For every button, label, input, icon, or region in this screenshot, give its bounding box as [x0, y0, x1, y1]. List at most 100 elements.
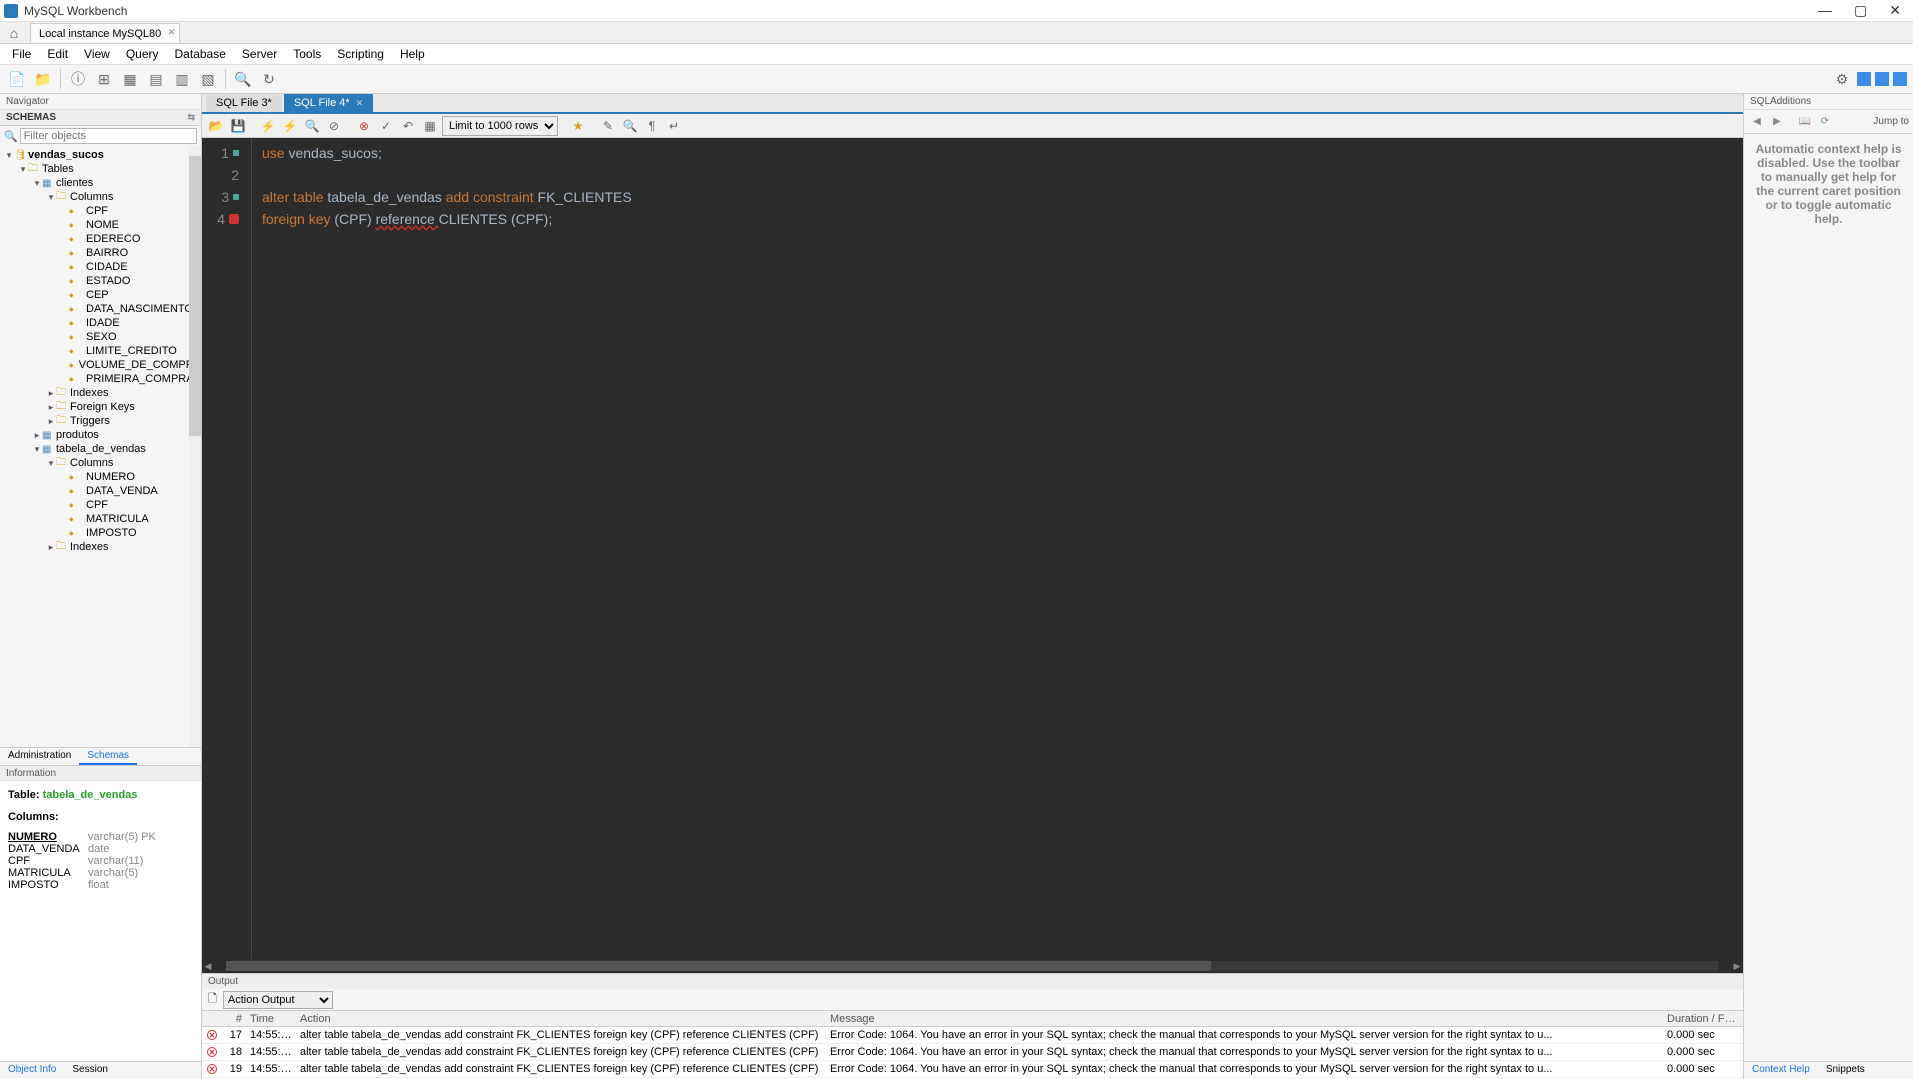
tree-col[interactable]: IMPOSTO	[86, 527, 137, 539]
wrap-button[interactable]: ↵	[664, 116, 684, 136]
tab-session[interactable]: Session	[64, 1062, 116, 1079]
output-row[interactable]: ✕ 17 14:55:48 alter table tabela_de_vend…	[202, 1027, 1743, 1044]
new-query-button[interactable]: 📄	[6, 68, 28, 90]
tree-table-clientes[interactable]: clientes	[56, 177, 93, 189]
tree-col[interactable]: LIMITE_CREDITO	[86, 345, 177, 357]
search-table-button[interactable]: 🔍	[232, 68, 254, 90]
tree-scrollbar[interactable]	[189, 146, 201, 747]
execute-current-button[interactable]: ⚡	[280, 116, 300, 136]
toggle-autocommit-button[interactable]: ⊗	[354, 116, 374, 136]
tree-col[interactable]: NUMERO	[86, 471, 135, 483]
tree-columns-label[interactable]: Columns	[70, 457, 113, 469]
create-view-button[interactable]: ▤	[145, 68, 167, 90]
menu-tools[interactable]: Tools	[285, 45, 329, 63]
schemas-refresh-icon[interactable]: ⇆	[187, 112, 195, 123]
commit-button[interactable]: ✓	[376, 116, 396, 136]
find-button[interactable]: ✎	[598, 116, 618, 136]
create-schema-button[interactable]: ⊞	[93, 68, 115, 90]
filter-input[interactable]	[20, 128, 197, 144]
tree-col[interactable]: SEXO	[86, 331, 117, 343]
clear-output-button[interactable]: 🗋	[208, 990, 217, 1009]
invisible-button[interactable]: ¶	[642, 116, 662, 136]
settings-icon[interactable]: ⚙	[1831, 68, 1853, 90]
tree-col[interactable]: ESTADO	[86, 275, 130, 287]
menu-query[interactable]: Query	[118, 45, 167, 63]
menu-scripting[interactable]: Scripting	[329, 45, 392, 63]
explain-button[interactable]: 🔍	[302, 116, 322, 136]
close-button[interactable]: ✕	[1889, 2, 1901, 19]
auto-help-button[interactable]: ⟳	[1816, 113, 1834, 131]
toggle-bottom-panel[interactable]	[1875, 72, 1889, 86]
search-button[interactable]: 🔍	[620, 116, 640, 136]
stop-button[interactable]: ⊘	[324, 116, 344, 136]
rollback-button[interactable]: ↶	[398, 116, 418, 136]
execute-button[interactable]: ⚡	[258, 116, 278, 136]
code-content[interactable]: use vendas_sucos; alter table tabela_de_…	[252, 138, 642, 973]
tree-col[interactable]: IDADE	[86, 317, 120, 329]
tree-col[interactable]: CPF	[86, 499, 108, 511]
tab-schemas[interactable]: Schemas	[79, 748, 137, 765]
create-table-button[interactable]: ▦	[119, 68, 141, 90]
limit-select[interactable]: Limit to 1000 rows	[442, 116, 558, 136]
tab-object-info[interactable]: Object Info	[0, 1062, 64, 1079]
menu-server[interactable]: Server	[234, 45, 285, 63]
output-type-select[interactable]: Action Output	[223, 991, 333, 1009]
tree-db[interactable]: vendas_sucos	[28, 149, 104, 161]
tab-context-help[interactable]: Context Help	[1744, 1062, 1818, 1079]
tree-col[interactable]: DATA_NASCIMENTO	[86, 303, 193, 315]
tree-indexes[interactable]: Indexes	[70, 541, 109, 553]
code-editor[interactable]: 1 2 3 4 use vendas_sucos; alter table ta…	[202, 138, 1743, 973]
reconnect-button[interactable]: ↻	[258, 68, 280, 90]
tree-table-vendas[interactable]: tabela_de_vendas	[56, 443, 146, 455]
tree-fks[interactable]: Foreign Keys	[70, 401, 135, 413]
file-tab[interactable]: SQL File 3*	[206, 94, 282, 112]
beautify-button[interactable]: ★	[568, 116, 588, 136]
menu-file[interactable]: File	[4, 45, 39, 63]
tab-snippets[interactable]: Snippets	[1818, 1062, 1873, 1079]
file-tab-active[interactable]: SQL File 4*✕	[284, 94, 373, 112]
toggle-limit-button[interactable]: ▦	[420, 116, 440, 136]
tree-table-produtos[interactable]: produtos	[56, 429, 99, 441]
help-button[interactable]: 📖	[1796, 113, 1814, 131]
tree-tables[interactable]: Tables	[42, 163, 74, 175]
create-procedure-button[interactable]: ▥	[171, 68, 193, 90]
toggle-right-panel[interactable]	[1893, 72, 1907, 86]
toggle-left-panel[interactable]	[1857, 72, 1871, 86]
home-button[interactable]: ⌂	[0, 23, 28, 43]
close-icon[interactable]: ✕	[168, 27, 176, 38]
tree-indexes[interactable]: Indexes	[70, 387, 109, 399]
tree-columns-label[interactable]: Columns	[70, 191, 113, 203]
next-button[interactable]: ▶	[1768, 113, 1786, 131]
tree-col[interactable]: PRIMEIRA_COMPRA	[86, 373, 194, 385]
tree-col[interactable]: CEP	[86, 289, 109, 301]
tree-col[interactable]: EDERECO	[86, 233, 140, 245]
save-file-button[interactable]: 💾	[228, 116, 248, 136]
minimize-button[interactable]: —	[1818, 2, 1832, 19]
tree-col[interactable]: NOME	[86, 219, 119, 231]
inspector-button[interactable]: ⓘ	[67, 68, 89, 90]
menu-edit[interactable]: Edit	[39, 45, 76, 63]
tree-col[interactable]: VOLUME_DE_COMPRA	[79, 359, 201, 371]
create-function-button[interactable]: ▧	[197, 68, 219, 90]
open-file-button[interactable]: 📂	[206, 116, 226, 136]
tree-col[interactable]: MATRICULA	[86, 513, 149, 525]
tree-col[interactable]: CPF	[86, 205, 108, 217]
prev-button[interactable]: ◀	[1748, 113, 1766, 131]
close-icon[interactable]: ✕	[356, 98, 364, 109]
tree-col[interactable]: DATA_VENDA	[86, 485, 158, 497]
schema-tree[interactable]: ▾🛢vendas_sucos ▾🗀Tables ▾▦clientes ▾🗀Col…	[0, 146, 201, 747]
jump-to-label[interactable]: Jump to	[1873, 116, 1909, 127]
tree-triggers[interactable]: Triggers	[70, 415, 110, 427]
menu-database[interactable]: Database	[167, 45, 234, 63]
tab-administration[interactable]: Administration	[0, 748, 79, 765]
open-sql-button[interactable]: 📁	[32, 68, 54, 90]
output-row[interactable]: ✕ 18 14:55:48 alter table tabela_de_vend…	[202, 1044, 1743, 1061]
editor-hscrollbar[interactable]: ◀▶	[202, 959, 1743, 973]
output-row[interactable]: ✕ 19 14:55:48 alter table tabela_de_vend…	[202, 1061, 1743, 1078]
connection-tab[interactable]: Local instance MySQL80 ✕	[30, 23, 180, 43]
menu-help[interactable]: Help	[392, 45, 433, 63]
maximize-button[interactable]: ▢	[1854, 2, 1867, 19]
tree-col[interactable]: BAIRRO	[86, 247, 128, 259]
tree-col[interactable]: CIDADE	[86, 261, 128, 273]
menu-view[interactable]: View	[76, 45, 118, 63]
